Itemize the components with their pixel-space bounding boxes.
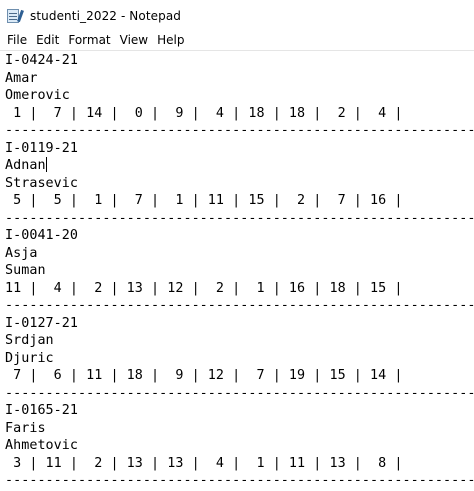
editor-line[interactable]: Faris [5,420,474,438]
text-editor-area[interactable]: I-0424-21 Amar Omerovic 1 | 7 | 14 | 0 | 9… [0,50,474,491]
editor-line[interactable]: 3 | 11 | 2 | 13 | 13 | 4 | 1 | 11 | 13 |… [5,455,474,473]
editor-line-text: 3 | 11 | 2 | 13 | 13 | 4 | 1 | 11 | 13 |… [5,455,403,471]
editor-line-text: 7 | 6 | 11 | 18 | 9 | 12 | 7 | 19 | 15 |… [5,368,403,383]
editor-line[interactable]: Suman [5,262,474,280]
editor-line[interactable]: Adnan [5,157,474,175]
editor-line[interactable]: Strasevic [5,175,474,193]
editor-line[interactable]: 11 | 4 | 2 | 13 | 12 | 2 | 1 | 16 | 18 |… [5,280,474,298]
editor-line[interactable]: 1 | 7 | 14 | 0 | 9 | 4 | 18 | 18 | 2 | 4… [5,105,474,123]
editor-line-text: 1 | 7 | 14 | 0 | 9 | 4 | 18 | 18 | 2 | 4… [5,105,403,121]
menu-bar: File Edit Format View Help [0,31,474,50]
editor-line[interactable]: 5 | 5 | 1 | 7 | 1 | 11 | 15 | 2 | 7 | 16… [5,192,474,210]
editor-line[interactable]: Djuric [5,350,474,368]
editor-line-text: Asja [5,245,38,261]
editor-line-text: Srdjan [5,333,54,348]
editor-line-text: I-0127-21 [5,315,79,331]
editor-line[interactable]: I-0119-21 [5,140,474,158]
editor-line-text: Ahmetovic [5,438,79,453]
text-caret [45,157,47,172]
editor-line[interactable]: I-0165-21 [5,402,474,420]
menu-view[interactable]: View [116,31,152,50]
notepad-window: studenti_2022 - Notepad File Edit Format… [0,0,474,491]
editor-line[interactable]: I-0041-20 [5,227,474,245]
editor-line[interactable]: ----------------------------------------… [5,122,474,140]
window-title: studenti_2022 - Notepad [30,8,181,23]
editor-line-text: Strasevic [5,175,79,191]
editor-line-text: ----------------------------------------… [5,123,474,138]
editor-line-text: 11 | 4 | 2 | 13 | 12 | 2 | 1 | 16 | 18 |… [5,280,403,296]
editor-line[interactable]: ----------------------------------------… [5,472,474,490]
editor-line[interactable]: Srdjan [5,332,474,350]
editor-line-text: 5 | 5 | 1 | 7 | 1 | 11 | 15 | 2 | 7 | 16… [5,193,403,208]
editor-line-text: Suman [5,263,46,278]
editor-line-text: I-0424-21 [5,53,79,68]
editor-line-text: Adnan [5,158,46,173]
editor-line-text: ----------------------------------------… [5,298,474,313]
editor-line-text: ----------------------------------------… [5,385,474,401]
editor-line[interactable]: Amar [5,70,474,88]
editor-line-text: Djuric [5,350,54,366]
editor-line-text: Amar [5,70,38,86]
menu-format[interactable]: Format [64,31,114,50]
editor-line-text: I-0165-21 [5,403,79,418]
editor-line-text: Omerovic [5,88,70,103]
editor-line[interactable]: Ahmetovic [5,437,474,455]
editor-line-text: I-0041-20 [5,228,79,243]
editor-line[interactable]: ----------------------------------------… [5,385,474,403]
editor-line[interactable]: ----------------------------------------… [5,210,474,228]
editor-line-text: ----------------------------------------… [5,473,474,488]
editor-line[interactable]: I-0424-21 [5,52,474,70]
menu-file[interactable]: File [3,31,31,50]
editor-line-text: Faris [5,420,46,436]
editor-line[interactable]: Omerovic [5,87,474,105]
notepad-icon [6,8,24,24]
menu-help[interactable]: Help [153,31,188,50]
editor-line[interactable]: Asja [5,245,474,263]
editor-line[interactable]: ----------------------------------------… [5,297,474,315]
editor-line[interactable]: 7 | 6 | 11 | 18 | 9 | 12 | 7 | 19 | 15 |… [5,367,474,385]
title-bar[interactable]: studenti_2022 - Notepad [0,0,474,31]
editor-line-text: ----------------------------------------… [5,210,474,226]
editor-line[interactable]: I-0127-21 [5,315,474,333]
menu-edit[interactable]: Edit [32,31,63,50]
editor-line-text: I-0119-21 [5,140,79,156]
editor-text[interactable]: I-0424-21 Amar Omerovic 1 | 7 | 14 | 0 | 9… [5,52,474,490]
